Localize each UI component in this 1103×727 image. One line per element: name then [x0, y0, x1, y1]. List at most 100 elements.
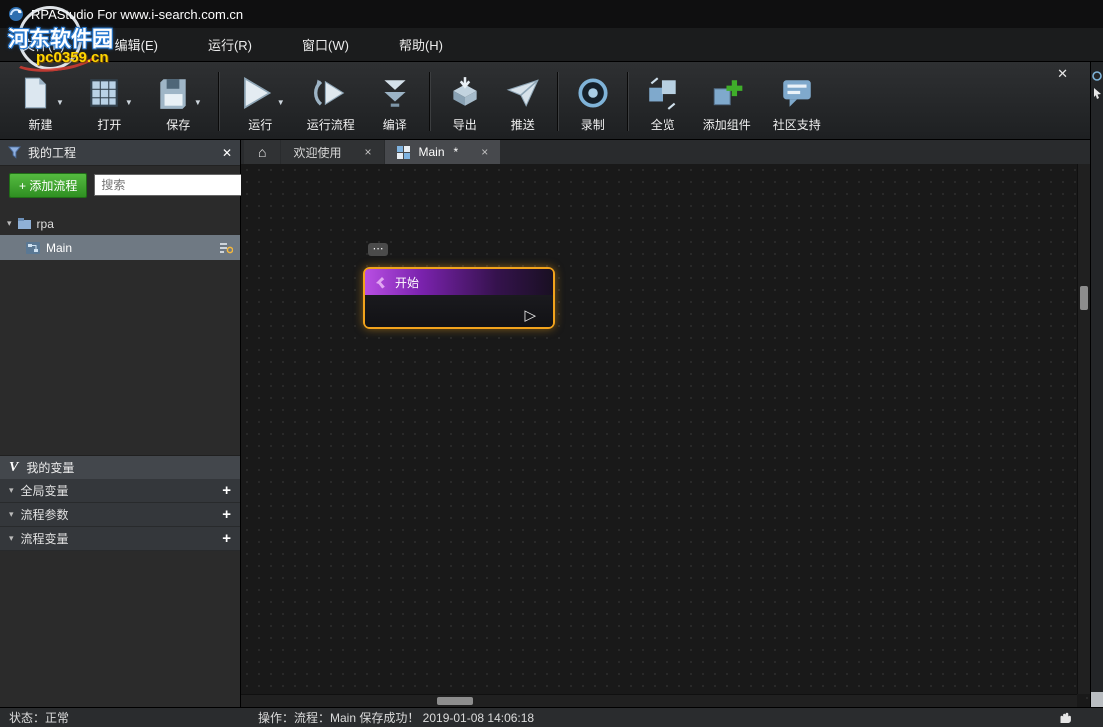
expander-icon[interactable]: ▾ [9, 485, 14, 496]
dock-cursor-icon[interactable] [1093, 88, 1102, 99]
window-title: RPAStudio For www.i-search.com.cn [31, 7, 243, 22]
tree-item-rpa-label: rpa [37, 217, 54, 231]
variables-panel-title: 我的变量 [26, 459, 74, 476]
menubar: 文件(F) 编辑(E) 运行(R) 窗口(W) 帮助(H) [0, 28, 1103, 62]
hand-icon[interactable] [1058, 711, 1073, 727]
dropdown-arrow-icon[interactable]: ▼ [194, 98, 202, 107]
push-icon [505, 75, 541, 111]
workspace: 我的工程 ✕ + 添加流程 ▾ rpa [0, 140, 1103, 707]
save-icon [155, 75, 191, 111]
var-group-params-label: 流程参数 [21, 506, 69, 523]
expander-icon[interactable]: ▾ [9, 509, 14, 520]
var-group-flow[interactable]: ▾ 流程变量 + [0, 527, 240, 551]
flow-settings-icon[interactable] [219, 242, 233, 254]
tree-item-main-label: Main [46, 241, 72, 255]
projects-panel-close-icon[interactable]: ✕ [222, 146, 232, 160]
toolbar-separator [429, 72, 431, 131]
toolbar: ▼ 新建 ▼ 打开 ▼ 保存 ▼ 运行 运行流程 编译 [0, 62, 1090, 140]
toolbar-separator [627, 72, 629, 131]
menu-item-edit[interactable]: 编辑(E) [101, 29, 172, 60]
tab-home[interactable]: ⌂ [244, 140, 280, 164]
flow-canvas[interactable]: ⋯ 开始 ▷ [241, 164, 1090, 707]
menu-item-run[interactable]: 运行(R) [194, 29, 266, 60]
status-message: 操作：流程：Main 保存成功！ 2019-01-08 14:06:18 [258, 709, 1103, 726]
projects-panel: 我的工程 ✕ + 添加流程 ▾ rpa [0, 140, 241, 707]
dock-record-icon[interactable] [1092, 71, 1102, 81]
variables-panel-body [0, 551, 240, 707]
toolbar-separator [557, 72, 559, 131]
statusbar: 状态：正常 操作：流程：Main 保存成功！ 2019-01-08 14:06:… [0, 707, 1103, 727]
menu-item-window[interactable]: 窗口(W) [288, 29, 363, 60]
projects-panel-header: 我的工程 ✕ [0, 140, 240, 166]
overview-icon [645, 75, 681, 111]
tree-item-rpa[interactable]: ▾ rpa [0, 212, 240, 235]
run-button[interactable]: ▼ 运行 [225, 66, 296, 137]
tab-main-modified-mark: * [454, 145, 459, 159]
dropdown-arrow-icon[interactable]: ▼ [125, 98, 133, 107]
horizontal-scrollbar[interactable] [241, 694, 1077, 707]
tree-item-main[interactable]: Main [0, 235, 240, 260]
add-flow-variable-button[interactable]: + [222, 532, 231, 546]
projects-panel-title: 我的工程 [28, 144, 76, 161]
dropdown-arrow-icon[interactable]: ▼ [56, 98, 64, 107]
export-button[interactable]: 导出 [436, 66, 494, 137]
node-menu-badge[interactable]: ⋯ [368, 243, 388, 256]
open-button[interactable]: ▼ 打开 [75, 66, 144, 137]
vertical-scrollbar[interactable] [1077, 164, 1090, 694]
expander-icon[interactable]: ▾ [9, 533, 14, 544]
tab-main-label: Main [419, 145, 445, 159]
horizontal-scrollbar-thumb[interactable] [437, 697, 473, 705]
var-group-flow-label: 流程变量 [21, 530, 69, 547]
run-flow-button[interactable]: 运行流程 [296, 66, 366, 137]
menu-item-file[interactable]: 文件(F) [8, 29, 79, 60]
var-group-global[interactable]: ▾ 全局变量 + [0, 479, 240, 503]
start-node-header: 开始 [365, 269, 553, 295]
record-button[interactable]: 录制 [564, 66, 622, 137]
var-group-params[interactable]: ▾ 流程参数 + [0, 503, 240, 527]
toolbar-separator [218, 72, 220, 131]
toolbar-close-icon[interactable]: ✕ [1057, 66, 1068, 82]
community-chat-icon [779, 75, 815, 111]
overview-button[interactable]: 全览 [634, 66, 692, 137]
new-document-icon [17, 75, 53, 111]
right-dock-strip [1090, 62, 1103, 707]
tab-close-icon[interactable]: × [364, 145, 371, 159]
add-component-button[interactable]: 添加组件 [692, 66, 762, 137]
add-flow-button[interactable]: + 添加流程 [9, 173, 87, 198]
compile-button[interactable]: 编译 [366, 66, 424, 137]
start-node[interactable]: 开始 ▷ [363, 267, 555, 329]
start-node-body: ▷ [365, 295, 553, 327]
tab-main[interactable]: Main * × [385, 140, 501, 164]
var-group-global-label: 全局变量 [21, 482, 69, 499]
search-input[interactable] [95, 178, 262, 192]
run-icon [236, 74, 274, 112]
titlebar: RPAStudio For www.i-search.com.cn [0, 0, 1103, 28]
tab-welcome-label: 欢迎使用 [293, 144, 341, 161]
add-flow-param-button[interactable]: + [222, 508, 231, 522]
corner-grip [1091, 692, 1103, 707]
variable-icon: V [9, 460, 18, 476]
add-global-variable-button[interactable]: + [222, 484, 231, 498]
pointer-icon [374, 276, 387, 289]
community-support-button[interactable]: 社区支持 [762, 66, 832, 137]
add-component-icon [709, 75, 745, 111]
record-icon [575, 75, 611, 111]
node-play-icon[interactable]: ▷ [524, 306, 536, 324]
variables-panel-header: V 我的变量 [0, 455, 240, 479]
tab-welcome[interactable]: 欢迎使用 × [281, 140, 383, 164]
menu-item-help[interactable]: 帮助(H) [385, 29, 457, 60]
vertical-scrollbar-thumb[interactable] [1080, 286, 1088, 310]
push-button[interactable]: 推送 [494, 66, 552, 137]
tab-close-icon[interactable]: × [481, 145, 488, 159]
expander-icon[interactable]: ▾ [7, 218, 12, 229]
app-window: RPAStudio For www.i-search.com.cn 文件(F) … [0, 0, 1103, 727]
project-icon [18, 218, 31, 229]
run-flow-icon [312, 74, 350, 112]
dropdown-arrow-icon[interactable]: ▼ [277, 98, 285, 107]
compile-icon [377, 75, 413, 111]
new-button[interactable]: ▼ 新建 [6, 66, 75, 137]
app-logo-icon [8, 6, 24, 22]
export-icon [447, 75, 483, 111]
save-button[interactable]: ▼ 保存 [144, 66, 213, 137]
open-icon [86, 75, 122, 111]
